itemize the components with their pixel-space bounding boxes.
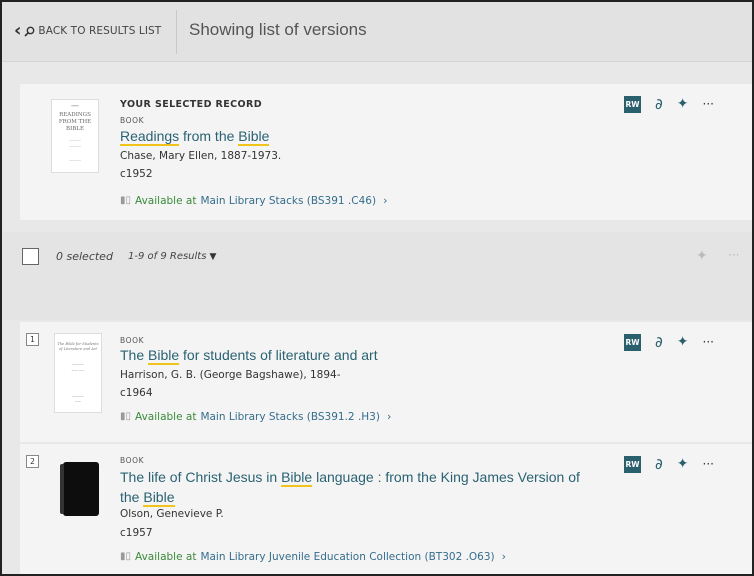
- more-actions-icon[interactable]: ···: [703, 457, 714, 471]
- record-actions: RW ∂ ✦ ···: [624, 333, 714, 351]
- search-icon: [24, 26, 35, 37]
- cover-text: READINGS: [59, 112, 91, 118]
- availability-location: Main Library Stacks (BS391 .C46): [200, 194, 377, 207]
- more-actions-icon[interactable]: ···: [703, 97, 714, 111]
- pin-icon[interactable]: ✦: [677, 456, 689, 472]
- record-author: Harrison, G. B. (George Bagshawe), 1894-: [120, 369, 341, 381]
- chevron-right-icon: ›: [386, 410, 392, 423]
- record-type: BOOK: [120, 336, 145, 345]
- availability-location: Main Library Juvenile Education Collecti…: [200, 550, 495, 563]
- pin-all-icon[interactable]: ✦: [696, 248, 708, 264]
- refworks-button[interactable]: RW: [624, 333, 641, 351]
- selection-bar: 0 selected 1-9 of 9 Results ▼ ✦ ···: [2, 232, 752, 320]
- selected-count: 0 selected: [56, 250, 113, 263]
- result-number: 1: [26, 333, 39, 346]
- select-all-checkbox[interactable]: [22, 248, 39, 265]
- chevron-left-icon: ‹: [14, 20, 22, 41]
- book-icon: ▮▯: [120, 411, 132, 422]
- availability-status: Available at: [135, 550, 197, 563]
- record-author: Chase, Mary Ellen, 1887-1973.: [120, 150, 282, 162]
- link-icon[interactable]: ∂: [655, 455, 663, 473]
- record-actions: RW ∂ ✦ ···: [624, 95, 714, 113]
- page-title: Showing list of versions: [189, 20, 367, 39]
- book-cover-thumbnail[interactable]: [60, 462, 99, 516]
- selected-record-card: ━━━━ READINGS FROM THE BIBLE ———— ———— —…: [20, 84, 752, 220]
- result-item: 1 The Bible for Students of Literature a…: [20, 322, 752, 442]
- back-label: BACK TO RESULTS LIST: [38, 25, 162, 37]
- chevron-right-icon: ›: [501, 550, 507, 563]
- header-divider: [176, 10, 177, 54]
- app-frame: ‹ BACK TO RESULTS LIST Showing list of v…: [0, 0, 754, 576]
- availability-location: Main Library Stacks (BS391.2 .H3): [200, 410, 380, 423]
- record-date: c1952: [120, 168, 153, 180]
- book-cover-thumbnail[interactable]: The Bible for Students of Literature and…: [54, 333, 102, 413]
- caret-down-icon: ▼: [209, 252, 217, 262]
- availability-status: Available at: [135, 410, 197, 423]
- record-title-link[interactable]: Readings from the Bible: [120, 128, 270, 146]
- record-type: BOOK: [120, 116, 145, 125]
- book-icon: ▮▯: [120, 551, 132, 562]
- cover-text: BIBLE: [66, 126, 84, 132]
- top-bar: ‹ BACK TO RESULTS LIST Showing list of v…: [2, 2, 752, 62]
- record-type: BOOK: [120, 456, 145, 465]
- pin-icon[interactable]: ✦: [677, 334, 689, 350]
- record-title-link[interactable]: The Bible for students of literature and…: [120, 347, 378, 365]
- availability-link[interactable]: ▮▯ Available at Main Library Stacks (BS3…: [120, 410, 391, 423]
- book-icon: ▮▯: [120, 195, 132, 206]
- more-actions-icon[interactable]: ···: [703, 335, 714, 349]
- record-date: c1957: [120, 527, 153, 539]
- results-count-dropdown[interactable]: 1-9 of 9 Results ▼: [128, 251, 216, 262]
- availability-status: Available at: [135, 194, 197, 207]
- record-date: c1964: [120, 387, 153, 399]
- record-actions: RW ∂ ✦ ···: [624, 455, 714, 473]
- refworks-button[interactable]: RW: [624, 95, 641, 113]
- cover-text: The Bible for Students: [57, 342, 99, 346]
- book-cover-thumbnail[interactable]: ━━━━ READINGS FROM THE BIBLE ———— ———— —…: [51, 99, 99, 173]
- selected-record-heading: YOUR SELECTED RECORD: [120, 99, 263, 110]
- record-title-link[interactable]: The life of Christ Jesus in Bible langua…: [120, 467, 580, 507]
- refworks-button[interactable]: RW: [624, 455, 641, 473]
- cover-text: of Literature and Art: [58, 347, 97, 351]
- record-author: Olson, Genevieve P.: [120, 508, 224, 520]
- back-to-results-button[interactable]: ‹ BACK TO RESULTS LIST: [14, 22, 161, 40]
- cover-text: FROM THE: [58, 119, 92, 125]
- pin-icon[interactable]: ✦: [677, 96, 689, 112]
- bar-more-actions-icon[interactable]: ···: [728, 248, 739, 262]
- link-icon[interactable]: ∂: [655, 333, 663, 351]
- link-icon[interactable]: ∂: [655, 95, 663, 113]
- result-number: 2: [26, 455, 39, 468]
- availability-link[interactable]: ▮▯ Available at Main Library Juvenile Ed…: [120, 550, 506, 563]
- availability-link[interactable]: ▮▯ Available at Main Library Stacks (BS3…: [120, 194, 387, 207]
- chevron-right-icon: ›: [383, 194, 388, 207]
- result-item: 2 BOOK The life of Christ Jesus in Bible…: [20, 444, 752, 574]
